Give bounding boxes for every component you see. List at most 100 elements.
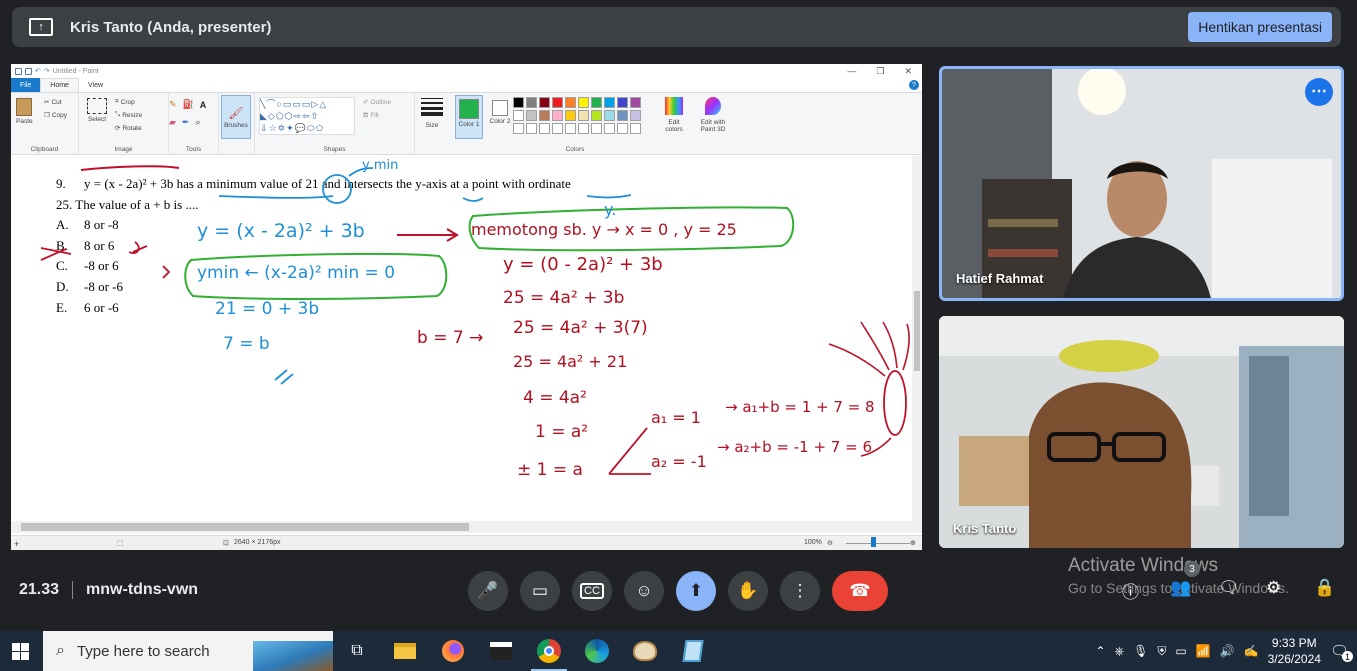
present-button[interactable]: ⬆ xyxy=(676,571,716,611)
people-icon[interactable]: 👥 xyxy=(1170,578,1191,598)
palette-swatch[interactable] xyxy=(565,110,576,121)
palette-swatch[interactable] xyxy=(552,97,563,108)
palette-swatch[interactable] xyxy=(630,123,641,134)
palette-swatch[interactable] xyxy=(539,123,550,134)
palette-swatch[interactable] xyxy=(539,110,550,121)
palette-swatch[interactable] xyxy=(513,97,524,108)
palette-swatch[interactable] xyxy=(578,110,589,121)
magnifier-icon[interactable]: ⌕ xyxy=(195,117,200,128)
palette-swatch[interactable] xyxy=(513,123,524,134)
captions-button[interactable]: CC xyxy=(572,571,612,611)
pen-icon[interactable]: ✍ xyxy=(1244,644,1259,658)
more-options-button[interactable]: ⋯ xyxy=(1305,78,1333,106)
eraser-icon[interactable]: ▰ xyxy=(169,117,176,128)
select-button[interactable]: Select xyxy=(87,98,107,123)
palette-swatch[interactable] xyxy=(565,123,576,134)
notifications-icon[interactable]: 🗨 1 xyxy=(1330,642,1353,662)
palette-swatch[interactable] xyxy=(539,97,550,108)
palette-swatch[interactable] xyxy=(604,123,615,134)
start-button[interactable] xyxy=(0,631,40,671)
edit-paint3d-button[interactable]: Edit with Paint 3D xyxy=(695,97,731,133)
paste-button[interactable]: Paste xyxy=(16,98,33,125)
palette-swatch[interactable] xyxy=(591,123,602,134)
text-tool-icon[interactable]: A xyxy=(200,100,207,110)
palette-swatch[interactable] xyxy=(513,110,524,121)
video-editor-button[interactable] xyxy=(477,631,525,671)
maximize-icon[interactable]: ❐ xyxy=(876,66,884,77)
battery-icon[interactable]: ▭ xyxy=(1175,644,1186,658)
task-view-button[interactable]: ⧉ xyxy=(333,631,381,671)
color1-button[interactable]: Color 1 xyxy=(455,95,483,139)
vertical-scrollbar[interactable] xyxy=(912,156,922,521)
save-icon[interactable] xyxy=(25,67,32,75)
palette-swatch[interactable] xyxy=(591,97,602,108)
palette-swatch[interactable] xyxy=(617,110,628,121)
fill-button[interactable]: ⛾ Fill xyxy=(363,111,379,120)
crop-button[interactable]: ⌗ Crop xyxy=(115,98,135,106)
palette-swatch[interactable] xyxy=(591,110,602,121)
tab-file[interactable]: File xyxy=(11,78,41,92)
palette-swatch[interactable] xyxy=(526,110,537,121)
file-explorer-button[interactable] xyxy=(381,631,429,671)
tab-home[interactable]: Home xyxy=(40,78,79,92)
color-picker-icon[interactable]: ✒ xyxy=(182,117,190,128)
paint-button[interactable] xyxy=(621,631,669,671)
info-icon[interactable]: ⓘ xyxy=(1122,578,1139,603)
size-button[interactable]: Size xyxy=(421,98,443,129)
close-icon[interactable]: ✕ xyxy=(904,66,912,77)
chat-icon[interactable]: 🗨 xyxy=(1218,578,1240,598)
wifi-icon[interactable]: 📶 xyxy=(1196,644,1211,658)
outline-button[interactable]: ✐ Outline xyxy=(363,98,391,107)
zoom-in-icon[interactable]: ⊕ xyxy=(910,539,916,547)
host-controls-icon[interactable]: 🔒 xyxy=(1314,578,1335,598)
copy-button[interactable]: ❐ Copy xyxy=(44,111,67,120)
firefox-button[interactable] xyxy=(429,631,477,671)
clock[interactable]: 9:33 PM 3/26/2024 xyxy=(1268,635,1321,667)
palette-swatch[interactable] xyxy=(604,110,615,121)
notepad-button[interactable] xyxy=(669,631,717,671)
tab-view[interactable]: View xyxy=(79,78,112,92)
activities-icon[interactable]: ⚙ xyxy=(1266,578,1281,598)
palette-swatch[interactable] xyxy=(552,110,563,121)
shapes-gallery[interactable]: ╲⌒○▭▭▭▷△ ◣◇⬠⬡⇨⇦⇧ ⇩☆✡✦💬⬭⬠ xyxy=(259,97,355,135)
palette-swatch[interactable] xyxy=(565,97,576,108)
meet-indicator-icon[interactable]: ⎈ xyxy=(1115,644,1125,659)
redo-icon[interactable]: ↷ xyxy=(44,67,50,75)
stop-presenting-button[interactable]: Hentikan presentasi xyxy=(1188,12,1332,42)
security-icon[interactable]: ⛨ xyxy=(1157,644,1166,659)
pencil-icon[interactable]: ✎ xyxy=(169,99,177,110)
horizontal-scrollbar[interactable] xyxy=(11,521,922,533)
brushes-button[interactable]: 🖌 Brushes xyxy=(221,95,251,139)
minimize-icon[interactable]: — xyxy=(847,66,856,77)
edge-button[interactable] xyxy=(573,631,621,671)
paint-canvas[interactable]: 9. y = (x - 2a)² + 3b has a minimum value… xyxy=(11,156,922,521)
color2-button[interactable]: Color 2 xyxy=(487,95,513,139)
palette-swatch[interactable] xyxy=(604,97,615,108)
undo-icon[interactable]: ↶ xyxy=(35,67,41,75)
microphone-button[interactable]: 🎤 xyxy=(468,571,508,611)
palette-swatch[interactable] xyxy=(617,123,628,134)
chrome-button[interactable] xyxy=(525,631,573,671)
leave-call-button[interactable]: ☎ xyxy=(832,571,888,611)
palette-swatch[interactable] xyxy=(552,123,563,134)
microphone-tray-icon[interactable]: 🎙 xyxy=(1133,644,1148,658)
zoom-slider-thumb[interactable] xyxy=(871,537,876,547)
rotate-button[interactable]: ⟳ Rotate xyxy=(115,124,142,133)
taskbar-search[interactable]: ⌕ Type here to search xyxy=(43,631,333,671)
participant-tile-kris[interactable]: Kris Tanto xyxy=(939,316,1344,548)
zoom-slider[interactable] xyxy=(846,543,910,544)
reactions-button[interactable]: ☺ xyxy=(624,571,664,611)
camera-button[interactable]: ▭ xyxy=(520,571,560,611)
zoom-out-icon[interactable]: ⊖ xyxy=(827,539,833,547)
participant-tile-hatief[interactable]: ⋯ Hatief Rahmat xyxy=(939,66,1344,301)
palette-swatch[interactable] xyxy=(526,97,537,108)
palette-swatch[interactable] xyxy=(526,123,537,134)
palette-swatch[interactable] xyxy=(578,97,589,108)
chevron-up-icon[interactable]: ⌃ xyxy=(1095,644,1105,658)
palette-swatch[interactable] xyxy=(617,97,628,108)
volume-icon[interactable]: 🔊 xyxy=(1220,644,1235,658)
palette-swatch[interactable] xyxy=(578,123,589,134)
raise-hand-button[interactable]: ✋ xyxy=(728,571,768,611)
resize-button[interactable]: ⤡ Resize xyxy=(115,111,142,119)
more-options-button[interactable]: ⋮ xyxy=(780,571,820,611)
